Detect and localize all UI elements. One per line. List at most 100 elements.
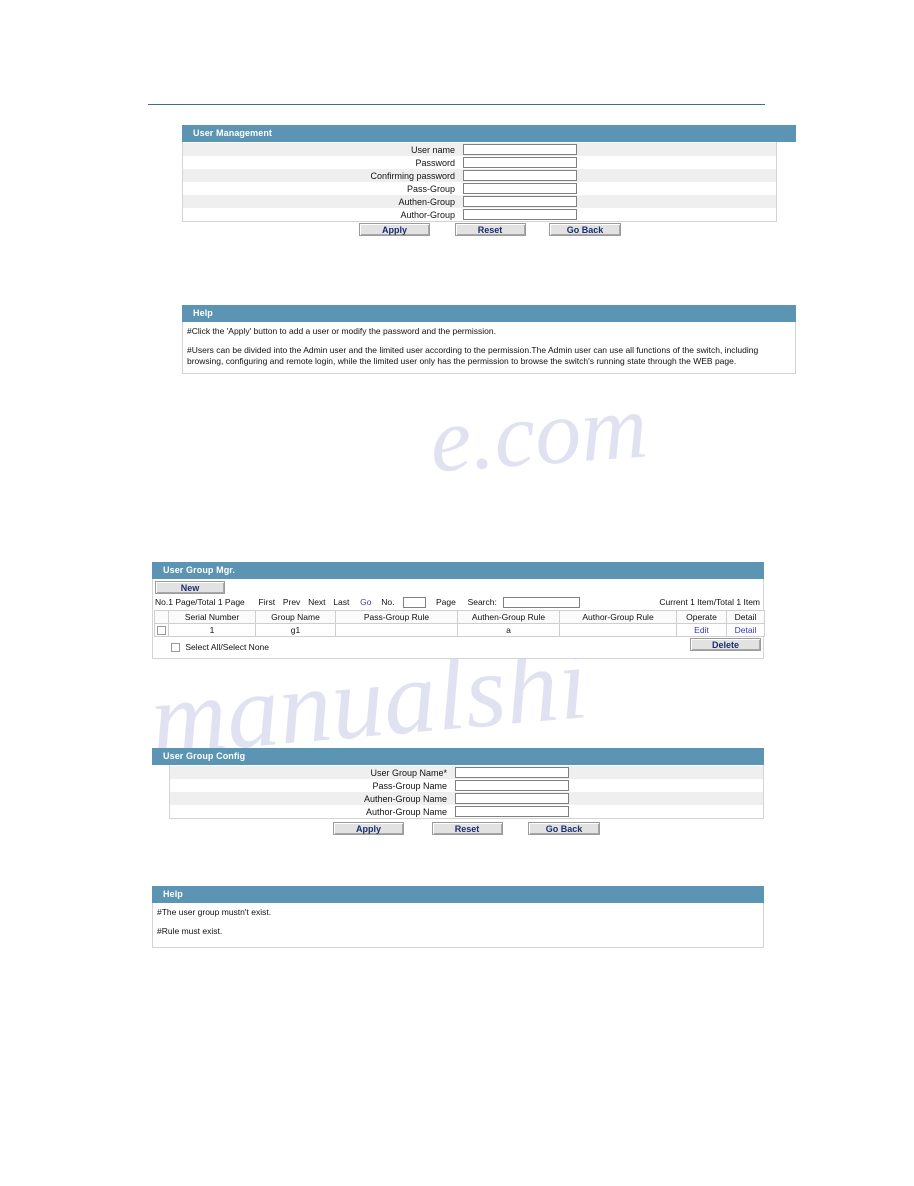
delete-button[interactable]: Delete	[690, 638, 761, 651]
row-checkbox[interactable]	[157, 626, 166, 636]
field-cell	[455, 805, 763, 818]
table-footer-row: Select All/Select None Delete	[154, 637, 762, 656]
authen-group-name-input[interactable]	[456, 795, 568, 805]
form-row: Author-Group Name	[170, 805, 763, 818]
pagination-bar: No.1 Page/Total 1 Page First Prev Next L…	[154, 596, 762, 610]
password-field[interactable]	[463, 157, 577, 169]
field-label: Pass-Group	[183, 182, 463, 195]
column-header: Detail	[726, 610, 765, 624]
item-count-info: Current 1 Item/Total 1 Item	[659, 597, 760, 607]
confirming-password-field[interactable]	[463, 170, 577, 182]
search-label: Search:	[467, 597, 497, 607]
go-back-button[interactable]: Go Back	[549, 223, 622, 236]
field-label: Authen-Group Name	[170, 792, 455, 805]
search-input[interactable]	[503, 600, 579, 610]
pass-group-field[interactable]	[463, 183, 577, 195]
column-header: Authen-Group Rule	[457, 610, 560, 624]
pass-group-input[interactable]	[464, 185, 576, 195]
first-page-link[interactable]: First	[259, 597, 276, 607]
user-group-mgr-panel: User Group Mgr. New No.1 Page/Total 1 Pa…	[152, 562, 765, 659]
form-row: Confirming password	[183, 169, 776, 182]
pass-group-name-input[interactable]	[456, 782, 568, 792]
config-reset-button[interactable]: Reset	[431, 822, 503, 835]
table-header-row: Serial Number Group Name Pass-Group Rule…	[154, 610, 765, 624]
field-cell	[455, 766, 763, 779]
pass-group-name-field[interactable]	[455, 780, 569, 792]
user-management-actions: Apply Reset Go Back	[359, 223, 622, 236]
form-row: User name	[183, 143, 776, 156]
field-label: Password	[183, 156, 463, 169]
user-group-mgr-body: New No.1 Page/Total 1 Page First Prev Ne…	[152, 579, 765, 659]
row-select-cell[interactable]	[154, 623, 169, 637]
search-field[interactable]	[502, 597, 580, 610]
help-bottom-line-2: #Rule must exist.	[157, 926, 223, 936]
detail-link[interactable]: Detail	[735, 625, 757, 635]
help-top-line-2: #Users can be divided into the Admin use…	[187, 345, 759, 366]
author-group-name-field[interactable]	[455, 806, 569, 818]
pass-group-rule-cell	[335, 623, 458, 637]
select-all-label: Select All/Select None	[185, 642, 270, 652]
select-all-checkbox[interactable]	[171, 643, 180, 653]
confirming-password-input[interactable]	[464, 172, 576, 182]
select-column-header	[154, 610, 169, 624]
author-group-name-input[interactable]	[456, 808, 568, 818]
form-row: Authen-Group Name	[170, 792, 763, 805]
author-group-field[interactable]	[463, 209, 577, 221]
password-input[interactable]	[464, 159, 576, 169]
next-page-link[interactable]: Next	[308, 597, 325, 607]
field-label: Authen-Group	[183, 195, 463, 208]
author-group-rule-cell	[559, 623, 677, 637]
last-page-link[interactable]: Last	[333, 597, 349, 607]
user-name-field[interactable]	[463, 144, 577, 156]
authen-group-field[interactable]	[463, 196, 577, 208]
user-group-config-form: User Group Name* Pass-Group Name Authen-…	[170, 766, 763, 818]
user-management-title: User Management	[182, 125, 796, 142]
column-header: Group Name	[255, 610, 336, 624]
user-group-config-panel: User Group Config User Group Name* Pass-…	[152, 748, 764, 819]
group-name-cell: g1	[255, 623, 336, 637]
column-header: Serial Number	[168, 610, 256, 624]
help-top-line-1: #Click the 'Apply' button to add a user …	[187, 326, 496, 336]
help-bottom-line-1: #The user group mustn't exist.	[157, 907, 272, 917]
form-row: User Group Name*	[170, 766, 763, 779]
field-label: Pass-Group Name	[170, 779, 455, 792]
page-top-divider	[148, 104, 765, 105]
user-group-config-actions: Apply Reset Go Back	[333, 822, 601, 835]
config-go-back-button[interactable]: Go Back	[528, 822, 601, 835]
authen-group-input[interactable]	[464, 198, 576, 208]
watermark-right: e.com	[426, 374, 651, 492]
page-number-label: No.	[381, 597, 395, 607]
prev-page-link[interactable]: Prev	[283, 597, 300, 607]
form-row: Authen-Group	[183, 195, 776, 208]
user-group-mgr-title: User Group Mgr.	[152, 562, 764, 579]
user-group-name-field[interactable]	[455, 767, 569, 779]
apply-button[interactable]: Apply	[359, 223, 430, 236]
field-label: Author-Group	[183, 208, 463, 221]
authen-group-name-field[interactable]	[455, 793, 569, 805]
field-cell	[455, 792, 763, 805]
user-group-config-body: User Group Name* Pass-Group Name Authen-…	[169, 765, 764, 819]
field-cell	[463, 195, 776, 208]
page-number-field[interactable]	[403, 597, 427, 610]
page-word-label: Page	[435, 597, 456, 607]
help-panel-top: Help #Click the 'Apply' button to add a …	[182, 305, 796, 374]
help-top-body: #Click the 'Apply' button to add a user …	[182, 322, 796, 374]
field-cell	[463, 169, 776, 182]
go-link[interactable]: Go	[360, 597, 371, 607]
config-apply-button[interactable]: Apply	[333, 822, 404, 835]
field-cell	[463, 208, 776, 221]
page-number-input[interactable]	[404, 600, 426, 610]
form-row: Password	[183, 156, 776, 169]
table-row: 1 g1 a Edit Detail	[154, 623, 765, 637]
user-group-table: Serial Number Group Name Pass-Group Rule…	[154, 610, 765, 637]
author-group-input[interactable]	[464, 211, 576, 221]
user-management-body: User name Password Confirming password P…	[182, 142, 777, 222]
new-button[interactable]: New	[155, 581, 225, 594]
reset-button[interactable]: Reset	[454, 223, 526, 236]
user-group-name-input[interactable]	[456, 769, 568, 779]
help-top-title: Help	[182, 305, 796, 322]
user-group-config-title: User Group Config	[152, 748, 764, 765]
user-name-input[interactable]	[464, 146, 576, 156]
edit-link[interactable]: Edit	[694, 625, 709, 635]
operate-cell: Edit	[676, 623, 727, 637]
